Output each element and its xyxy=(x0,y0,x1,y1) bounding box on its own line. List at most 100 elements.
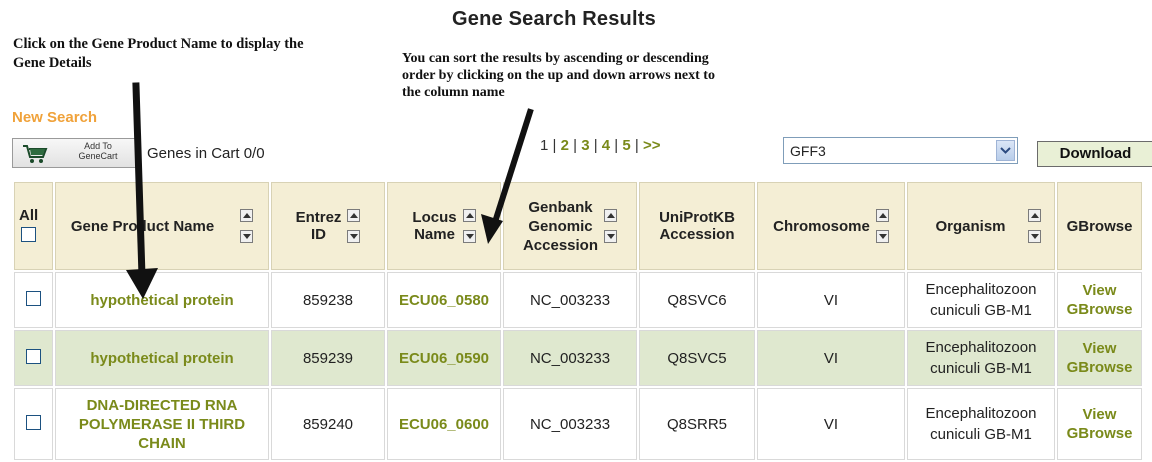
page-separator: | xyxy=(552,137,557,154)
page-separator: | xyxy=(614,137,619,154)
col-gene-product: Gene Product Name xyxy=(55,182,269,270)
page-title: Gene Search Results xyxy=(452,8,656,30)
add-to-cart-label-1: Add To xyxy=(84,141,112,151)
organism-line-2: cuniculi GB-M1 xyxy=(930,360,1032,377)
col-chromosome-label: Chromosome xyxy=(773,217,870,235)
locus-link[interactable]: ECU06_0580 xyxy=(399,292,489,309)
sort-asc-icon[interactable] xyxy=(875,209,889,222)
sort-asc-icon[interactable] xyxy=(604,209,618,222)
sort-desc-icon[interactable] xyxy=(240,230,254,243)
chromosome-cell: VI xyxy=(757,330,905,386)
col-gbrowse-label: GBrowse xyxy=(1066,217,1133,235)
view-gbrowse-line-1: View xyxy=(1082,282,1117,299)
genes-in-cart-status: Genes in Cart 0/0 xyxy=(147,145,265,162)
sort-desc-icon[interactable] xyxy=(347,230,361,243)
col-genbank-label-3: Accession xyxy=(522,236,599,254)
entrez-id-cell: 859240 xyxy=(271,388,385,460)
format-select[interactable]: GFF3 xyxy=(783,137,1018,164)
col-chromosome: Chromosome xyxy=(757,182,905,270)
organism-line-1: Encephalitozoon xyxy=(925,281,1037,298)
view-gbrowse-line-2: GBrowse xyxy=(1066,301,1133,318)
col-uniprot-label-2: Accession xyxy=(659,226,735,243)
add-to-genecart-button[interactable]: Add To GeneCart xyxy=(12,138,140,168)
page-link-2[interactable]: 2 xyxy=(561,137,569,154)
gene-product-link[interactable]: hypothetical protein xyxy=(90,292,233,309)
col-locus-label-1: Locus xyxy=(412,209,457,226)
sort-asc-icon[interactable] xyxy=(462,209,476,222)
uniprot-cell: Q8SRR5 xyxy=(639,388,755,460)
page-separator: | xyxy=(634,137,639,154)
organism-line-2: cuniculi GB-M1 xyxy=(930,426,1032,443)
view-gbrowse-link[interactable]: View GBrowse xyxy=(1059,339,1140,377)
col-locus-name: Locus Name xyxy=(387,182,501,270)
new-search-link[interactable]: New Search xyxy=(12,109,97,126)
gene-product-line-3: CHAIN xyxy=(138,434,186,452)
col-genbank-label-1: Genbank xyxy=(528,198,593,216)
page-separator: | xyxy=(573,137,578,154)
col-entrez-label-1: Entrez xyxy=(295,209,342,226)
col-genbank-accession: Genbank Genomic Accession xyxy=(503,182,637,270)
chevron-down-icon[interactable] xyxy=(996,140,1015,161)
sort-asc-icon[interactable] xyxy=(347,209,361,222)
download-button[interactable]: Download xyxy=(1037,141,1152,167)
col-locus-label-2: Name xyxy=(414,226,455,243)
sort-desc-icon[interactable] xyxy=(875,230,889,243)
view-gbrowse-line-1: View xyxy=(1082,406,1117,423)
organism-line-1: Encephalitozoon xyxy=(925,339,1037,356)
sort-asc-icon[interactable] xyxy=(240,209,254,222)
col-all-label: All xyxy=(19,206,39,224)
col-entrez-label-2: ID xyxy=(311,226,326,243)
entrez-id-cell: 859238 xyxy=(271,272,385,328)
row-checkbox[interactable] xyxy=(26,348,41,364)
col-genbank-label-2: Genomic xyxy=(528,217,593,235)
uniprot-cell: Q8SVC6 xyxy=(639,272,755,328)
organism-cell: Encephalitozoon cuniculi GB-M1 xyxy=(907,388,1055,460)
col-organism-label: Organism xyxy=(935,217,1006,235)
col-uniprot-accession: UniProtKB Accession xyxy=(639,182,755,270)
sort-desc-icon[interactable] xyxy=(1027,230,1041,243)
table-header-row: All Gene Product Name Entrez ID Locus Na… xyxy=(14,182,1142,270)
col-gbrowse: GBrowse xyxy=(1057,182,1142,270)
organism-cell: Encephalitozoon cuniculi GB-M1 xyxy=(907,272,1055,328)
col-entrez-id: Entrez ID xyxy=(271,182,385,270)
gene-product-link[interactable]: hypothetical protein xyxy=(90,350,233,367)
add-to-cart-label-2: GeneCart xyxy=(78,151,118,161)
uniprot-cell: Q8SVC5 xyxy=(639,330,755,386)
locus-link[interactable]: ECU06_0590 xyxy=(399,350,489,367)
page-link-3[interactable]: 3 xyxy=(581,137,589,154)
sort-desc-icon[interactable] xyxy=(462,230,476,243)
genbank-cell: NC_003233 xyxy=(503,330,637,386)
chromosome-cell: VI xyxy=(757,272,905,328)
sort-asc-icon[interactable] xyxy=(1027,209,1041,222)
view-gbrowse-line-2: GBrowse xyxy=(1066,359,1133,376)
row-checkbox[interactable] xyxy=(26,414,41,430)
page-separator: | xyxy=(593,137,598,154)
shopping-cart-icon xyxy=(23,145,48,163)
sort-desc-icon[interactable] xyxy=(604,230,618,243)
gene-details-annotation: Click on the Gene Product Name to displa… xyxy=(13,36,304,71)
view-gbrowse-link[interactable]: View GBrowse xyxy=(1059,405,1140,443)
select-all-checkbox[interactable] xyxy=(21,226,36,242)
genbank-cell: NC_003233 xyxy=(503,272,637,328)
page-link-5[interactable]: 5 xyxy=(622,137,630,154)
page-link-4[interactable]: 4 xyxy=(602,137,610,154)
format-select-value: GFF3 xyxy=(790,143,826,159)
col-organism: Organism xyxy=(907,182,1055,270)
locus-link[interactable]: ECU06_0600 xyxy=(399,416,489,433)
organism-cell: Encephalitozoon cuniculi GB-M1 xyxy=(907,330,1055,386)
table-row: hypothetical protein 859238 ECU06_0580 N… xyxy=(14,272,1142,328)
row-checkbox[interactable] xyxy=(26,290,41,306)
chromosome-cell: VI xyxy=(757,388,905,460)
gene-product-link[interactable]: DNA-DIRECTED RNA POLYMERASE II THIRD CHA… xyxy=(57,396,267,453)
col-uniprot-label-1: UniProtKB xyxy=(659,209,735,226)
pagination: 1 | 2 | 3 | 4 | 5 | >> xyxy=(540,137,661,154)
results-table: All Gene Product Name Entrez ID Locus Na… xyxy=(12,180,1144,462)
view-gbrowse-line-2: GBrowse xyxy=(1066,425,1133,442)
gene-product-line-2: POLYMERASE II THIRD xyxy=(78,415,246,433)
page-next-link[interactable]: >> xyxy=(643,137,661,154)
genbank-cell: NC_003233 xyxy=(503,388,637,460)
organism-line-1: Encephalitozoon xyxy=(925,405,1037,422)
sort-annotation: You can sort the results by ascending or… xyxy=(402,51,715,100)
table-row: DNA-DIRECTED RNA POLYMERASE II THIRD CHA… xyxy=(14,388,1142,460)
view-gbrowse-link[interactable]: View GBrowse xyxy=(1059,281,1140,319)
